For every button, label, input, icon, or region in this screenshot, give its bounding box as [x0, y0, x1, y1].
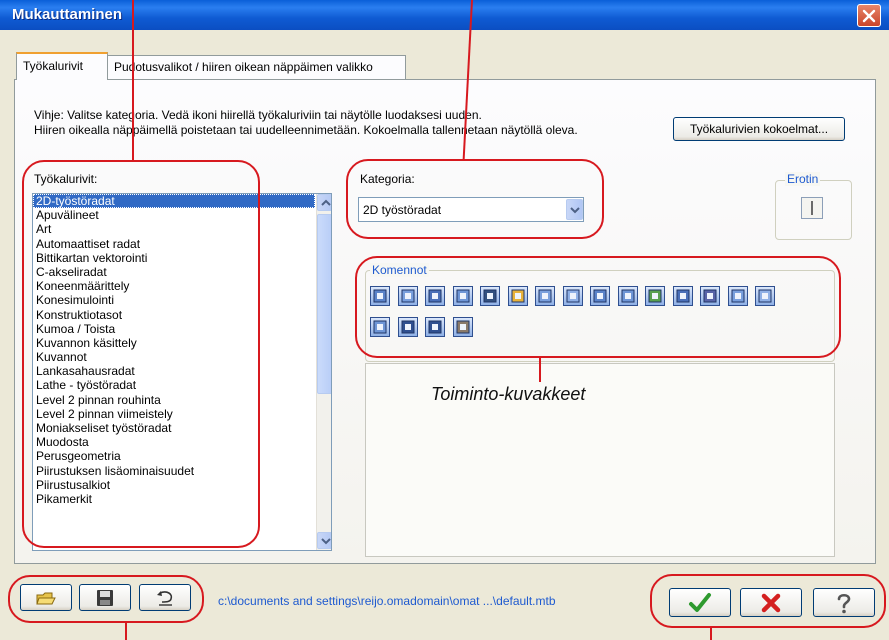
scroll-up-button[interactable] [317, 194, 331, 211]
hint-line-1: Vihje: Valitse kategoria. Vedä ikoni hii… [34, 108, 482, 122]
annotation-leader-file-buttons [125, 622, 127, 640]
tab-dropdown-menus[interactable]: Pudotusvalikot / hiiren oikean näppäimen… [107, 55, 406, 79]
hint-line-2: Hiiren oikealla näppäimellä poistetaan t… [34, 123, 578, 137]
annotation-leader-commands [539, 358, 541, 382]
annotation-ring-dialog-buttons [650, 574, 886, 628]
annotation-leader-toolbars [132, 0, 134, 161]
tab-toolbars[interactable]: Työkalurivit [16, 52, 108, 80]
close-button[interactable] [857, 4, 881, 27]
scroll-thumb[interactable] [317, 214, 331, 394]
close-icon [862, 9, 876, 23]
chevron-down-icon [321, 538, 331, 545]
file-path: c:\documents and settings\reijo.omadomai… [218, 594, 556, 608]
list-scrollbar[interactable] [316, 194, 331, 550]
window-title: Mukauttaminen [12, 6, 123, 23]
separator-label: Erotin [785, 172, 821, 186]
callout-command-icons: Toiminto-kuvakkeet [431, 384, 586, 404]
annotation-ring-toolbars [22, 160, 260, 548]
annotation-ring-category [346, 159, 604, 239]
annotation-ring-file-buttons [8, 575, 204, 623]
separator-icon[interactable] [801, 197, 823, 219]
chevron-up-icon [321, 199, 331, 206]
toolbar-collections-button[interactable]: Työkalurivien kokoelmat... [673, 117, 845, 141]
scroll-down-button[interactable] [317, 532, 331, 549]
annotation-ring-commands [355, 256, 841, 358]
hint-text: Vihje: Valitse kategoria. Vedä ikoni hii… [34, 108, 664, 138]
annotation-leader-dialog-buttons [710, 627, 712, 640]
